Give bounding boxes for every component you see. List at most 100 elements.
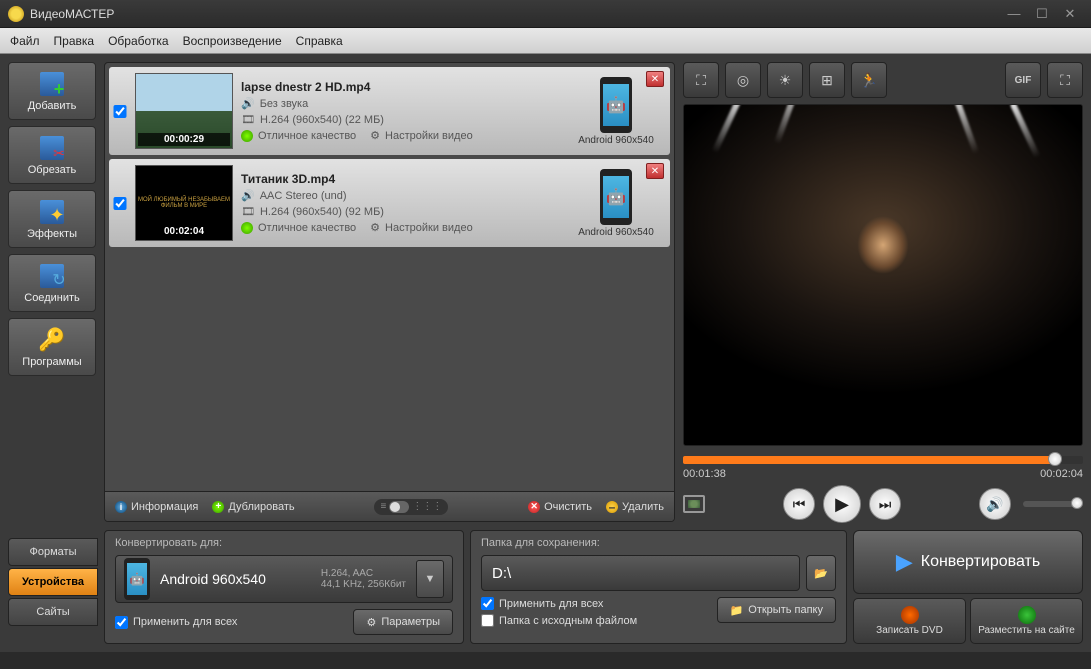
gif-button[interactable]: GIF (1005, 62, 1041, 98)
convert-for-label: Конвертировать для: (115, 537, 453, 549)
item-checkbox[interactable] (113, 105, 127, 118)
globe-icon (1018, 606, 1036, 624)
burn-dvd-button[interactable]: Записать DVD (853, 598, 966, 644)
params-button[interactable]: ⚙Параметры (353, 609, 453, 635)
menu-file[interactable]: Файл (10, 34, 40, 48)
prev-button[interactable]: ⏮ (783, 488, 815, 520)
thumbnail: 00:00:29 (135, 73, 233, 149)
tab-sites[interactable]: Сайты (8, 598, 98, 626)
item-quality: Отличное качество (241, 130, 356, 142)
play-icon: ▶ (835, 494, 849, 515)
speed-tool-button[interactable]: 🏃 (851, 62, 887, 98)
fullscreen-button[interactable]: ⛶ (1047, 62, 1083, 98)
gear-icon: ⚙ (366, 616, 376, 629)
close-button[interactable]: ✕ (1057, 5, 1083, 23)
source-folder-checkbox[interactable]: Папка с исходным файлом (481, 614, 637, 627)
play-button[interactable]: ▶ (823, 485, 861, 523)
item-video: 🎞H.264 (960x540) (22 МБ) (241, 113, 558, 126)
plus-icon: + (212, 501, 224, 513)
brightness-tool-button[interactable]: ☀ (767, 62, 803, 98)
speaker-icon: 🔊 (986, 496, 1003, 513)
action-buttons: ▶ Конвертировать Записать DVD Разместить… (853, 530, 1083, 644)
runner-icon: 🏃 (860, 72, 877, 89)
apply-all-folder-checkbox[interactable]: Применить для всех (481, 597, 637, 610)
device-icon: 🤖 (600, 77, 632, 133)
grid-view-icon: ⋮⋮⋮ (412, 501, 442, 512)
film-cut-icon: ✂ (36, 134, 68, 162)
snapshot-button[interactable] (683, 495, 705, 513)
cut-button[interactable]: ✂ Обрезать (8, 126, 96, 184)
format-tabs: Форматы Устройства Сайты (8, 530, 98, 644)
item-checkbox[interactable] (113, 197, 127, 210)
profile-picker[interactable]: 🤖 Android 960x540 H.264, AAC 44,1 KHz, 2… (115, 555, 453, 603)
current-time: 00:01:38 (683, 468, 726, 480)
add-button[interactable]: + Добавить (8, 62, 96, 120)
convert-label: Конвертировать (921, 553, 1040, 571)
film-icon: 🎞 (241, 113, 255, 126)
maximize-button[interactable]: ☐ (1029, 5, 1055, 23)
left-sidebar: + Добавить ✂ Обрезать ✦ Эффекты ↻ Соедин… (8, 62, 96, 522)
volume-button[interactable]: 🔊 (979, 488, 1011, 520)
item-settings-button[interactable]: ⚙Настройки видео (370, 129, 473, 142)
remove-item-button[interactable]: ✕ (646, 71, 664, 87)
menu-help[interactable]: Справка (296, 34, 343, 48)
device-icon: 🤖 (600, 169, 632, 225)
menu-playback[interactable]: Воспроизведение (183, 34, 282, 48)
item-settings-button[interactable]: ⚙Настройки видео (370, 221, 473, 234)
delete-button[interactable]: –Удалить (606, 501, 664, 513)
app-logo-icon (8, 6, 24, 22)
upload-label: Разместить на сайте (978, 625, 1075, 636)
list-item[interactable]: 00:00:29 lapse dnestr 2 HD.mp4 🔊Без звук… (109, 67, 670, 155)
convert-button[interactable]: ▶ Конвертировать (853, 530, 1083, 594)
save-folder-panel: Папка для сохранения: D:\ 📂 Применить дл… (470, 530, 847, 644)
video-preview[interactable] (683, 104, 1083, 446)
film-add-icon: + (36, 70, 68, 98)
preview-panel: ⛶ ◎ ☀ ⊞ 🏃 GIF ⛶ 00:01:38 00:02:04 (683, 62, 1083, 522)
folder-path-input[interactable]: D:\ (481, 555, 800, 591)
clear-button[interactable]: ✕Очистить (528, 501, 592, 513)
minimize-button[interactable]: — (1001, 5, 1027, 23)
text-tool-button[interactable]: ⊞ (809, 62, 845, 98)
list-item[interactable]: МОЙ ЛЮБИМЫЙ НЕЗАБЫВАЕМФИЛЬМ В МИРЕ 00:02… (109, 159, 670, 247)
profile-dropdown-button[interactable]: ▼ (416, 560, 444, 598)
browse-folder-button[interactable]: 📂 (806, 555, 836, 591)
view-toggle[interactable]: ≡ ⋮⋮⋮ (374, 499, 448, 515)
menu-process[interactable]: Обработка (108, 34, 169, 48)
crop-tool-button[interactable]: ⛶ (683, 62, 719, 98)
apply-all-checkbox[interactable]: Применить для всех (115, 616, 237, 629)
apps-button[interactable]: 🔑 Программы (8, 318, 96, 376)
list-view-icon: ≡ (380, 501, 386, 512)
item-title: Титаник 3D.mp4 (241, 172, 558, 186)
save-folder-label: Папка для сохранения: (481, 537, 836, 549)
tab-devices[interactable]: Устройства (8, 568, 98, 596)
tab-formats[interactable]: Форматы (8, 538, 98, 566)
target-icon: ◎ (737, 72, 749, 89)
dvd-icon (901, 606, 919, 624)
seek-bar[interactable] (683, 456, 1083, 464)
profile-bitrate: 44,1 KHz, 256Кбит (321, 579, 406, 590)
duration-label: 00:02:04 (138, 225, 230, 238)
volume-slider[interactable] (1023, 501, 1083, 507)
gif-label: GIF (1015, 75, 1032, 86)
enhance-tool-button[interactable]: ◎ (725, 62, 761, 98)
speaker-icon: 🔊 (241, 189, 255, 202)
upload-button[interactable]: Разместить на сайте (970, 598, 1083, 644)
profile-name: Android 960x540 (160, 571, 311, 587)
join-label: Соединить (24, 292, 80, 304)
fullscreen-icon: ⛶ (1060, 72, 1070, 89)
info-button[interactable]: iИнформация (115, 501, 198, 513)
remove-item-button[interactable]: ✕ (646, 163, 664, 179)
effects-label: Эффекты (27, 228, 77, 240)
item-quality: Отличное качество (241, 222, 356, 234)
item-audio: 🔊AAC Stereo (und) (241, 189, 558, 202)
duplicate-button[interactable]: +Дублировать (212, 501, 294, 513)
chevron-down-icon: ▼ (425, 573, 436, 585)
next-button[interactable]: ⏭ (869, 488, 901, 520)
next-icon: ⏭ (879, 496, 892, 513)
effects-button[interactable]: ✦ Эффекты (8, 190, 96, 248)
duration-label: 00:00:29 (138, 133, 230, 146)
menu-edit[interactable]: Правка (54, 34, 95, 48)
join-button[interactable]: ↻ Соединить (8, 254, 96, 312)
open-folder-button[interactable]: 📁Открыть папку (717, 597, 836, 623)
seek-thumb[interactable] (1048, 452, 1062, 466)
